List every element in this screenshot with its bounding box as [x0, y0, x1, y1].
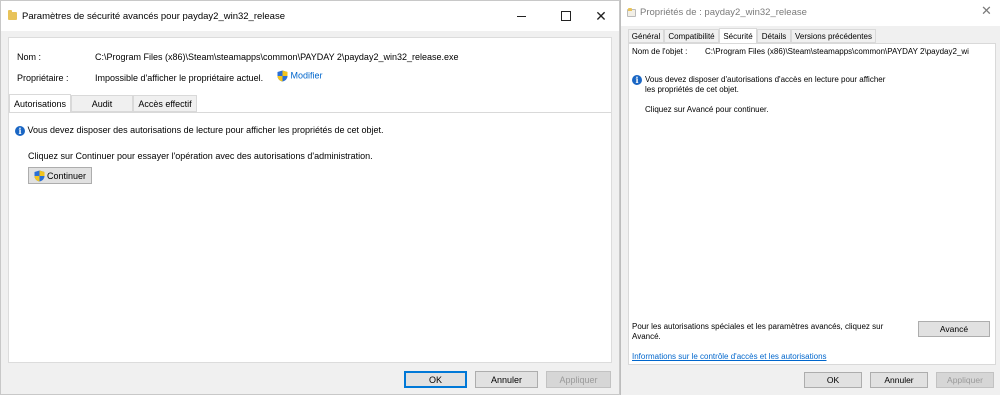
info-message: Vous devez disposer des autorisations de…	[27, 125, 384, 135]
advanced-security-window: Paramètres de sécurité avancés pour payd…	[0, 0, 620, 395]
title-bar[interactable]: Propriétés de : payday2_win32_release ✕	[621, 0, 1000, 26]
window-title: Propriétés de : payday2_win32_release	[640, 7, 807, 18]
advanced-message: Cliquez sur Avancé pour continuer.	[645, 105, 769, 114]
info-icon: i	[632, 75, 642, 85]
tab-autorisations[interactable]: Autorisations	[9, 94, 71, 113]
object-name-value: C:\Program Files (x86)\Steam\steamapps\c…	[705, 47, 969, 56]
file-icon	[627, 8, 636, 17]
autorisations-panel: i Vous devez disposer des autorisations …	[9, 112, 611, 362]
advanced-button[interactable]: Avancé	[918, 321, 990, 337]
minimize-icon[interactable]	[511, 7, 531, 25]
security-panel: Nom de l'objet : C:\Program Files (x86)\…	[628, 43, 996, 365]
info-line-2: les propriétés de cet objet.	[645, 85, 739, 94]
modify-owner-link[interactable]: Modifier	[277, 70, 323, 82]
special-perms-line-2: Avancé.	[632, 332, 661, 341]
access-control-help-link[interactable]: Informations sur le contrôle d'accès et …	[632, 352, 827, 361]
tab-audit[interactable]: Audit	[71, 95, 133, 112]
ok-button[interactable]: OK	[804, 372, 862, 388]
special-perms-line-1: Pour les autorisations spéciales et les …	[632, 322, 884, 331]
name-value: C:\Program Files (x86)\Steam\steamapps\c…	[95, 52, 459, 62]
close-icon[interactable]: ✕	[591, 7, 611, 25]
tab-versions-precedentes[interactable]: Versions précédentes	[791, 29, 876, 43]
tab-securite[interactable]: Sécurité	[719, 28, 757, 44]
owner-value: Impossible d'afficher le propriétaire ac…	[95, 73, 264, 83]
title-bar[interactable]: Paramètres de sécurité avancés pour payd…	[1, 1, 619, 31]
tab-acces-effectif[interactable]: Accès effectif	[133, 95, 197, 112]
cancel-button[interactable]: Annuler	[870, 372, 928, 388]
info-line-1: Vous devez disposer d'autorisations d'ac…	[645, 75, 886, 84]
cancel-button[interactable]: Annuler	[475, 371, 538, 388]
properties-window: Propriétés de : payday2_win32_release ✕ …	[620, 0, 1000, 395]
dialog-body: Nom : C:\Program Files (x86)\Steam\steam…	[8, 37, 612, 363]
uac-shield-icon	[277, 70, 288, 82]
continue-button[interactable]: Continuer	[28, 167, 92, 184]
ok-button[interactable]: OK	[404, 371, 467, 388]
info-row: i Vous devez disposer des autorisations …	[15, 125, 384, 136]
continue-message: Cliquez sur Continuer pour essayer l'opé…	[28, 151, 373, 161]
apply-button[interactable]: Appliquer	[546, 371, 611, 388]
tab-compatibilite[interactable]: Compatibilité	[664, 29, 719, 43]
tab-details[interactable]: Détails	[757, 29, 791, 43]
tab-general[interactable]: Général	[628, 29, 664, 43]
owner-label: Propriétaire :	[17, 73, 69, 83]
folder-icon	[8, 10, 17, 20]
continue-button-label: Continuer	[46, 170, 87, 181]
window-title: Paramètres de sécurité avancés pour payd…	[22, 11, 285, 22]
uac-shield-icon	[34, 170, 45, 182]
maximize-icon[interactable]	[556, 7, 576, 25]
modify-link-text[interactable]: Modifier	[291, 70, 323, 80]
close-icon[interactable]: ✕	[981, 4, 992, 17]
info-icon: i	[15, 125, 25, 136]
name-label: Nom :	[17, 52, 42, 62]
object-name-label: Nom de l'objet :	[632, 47, 688, 56]
apply-button[interactable]: Appliquer	[936, 372, 994, 388]
